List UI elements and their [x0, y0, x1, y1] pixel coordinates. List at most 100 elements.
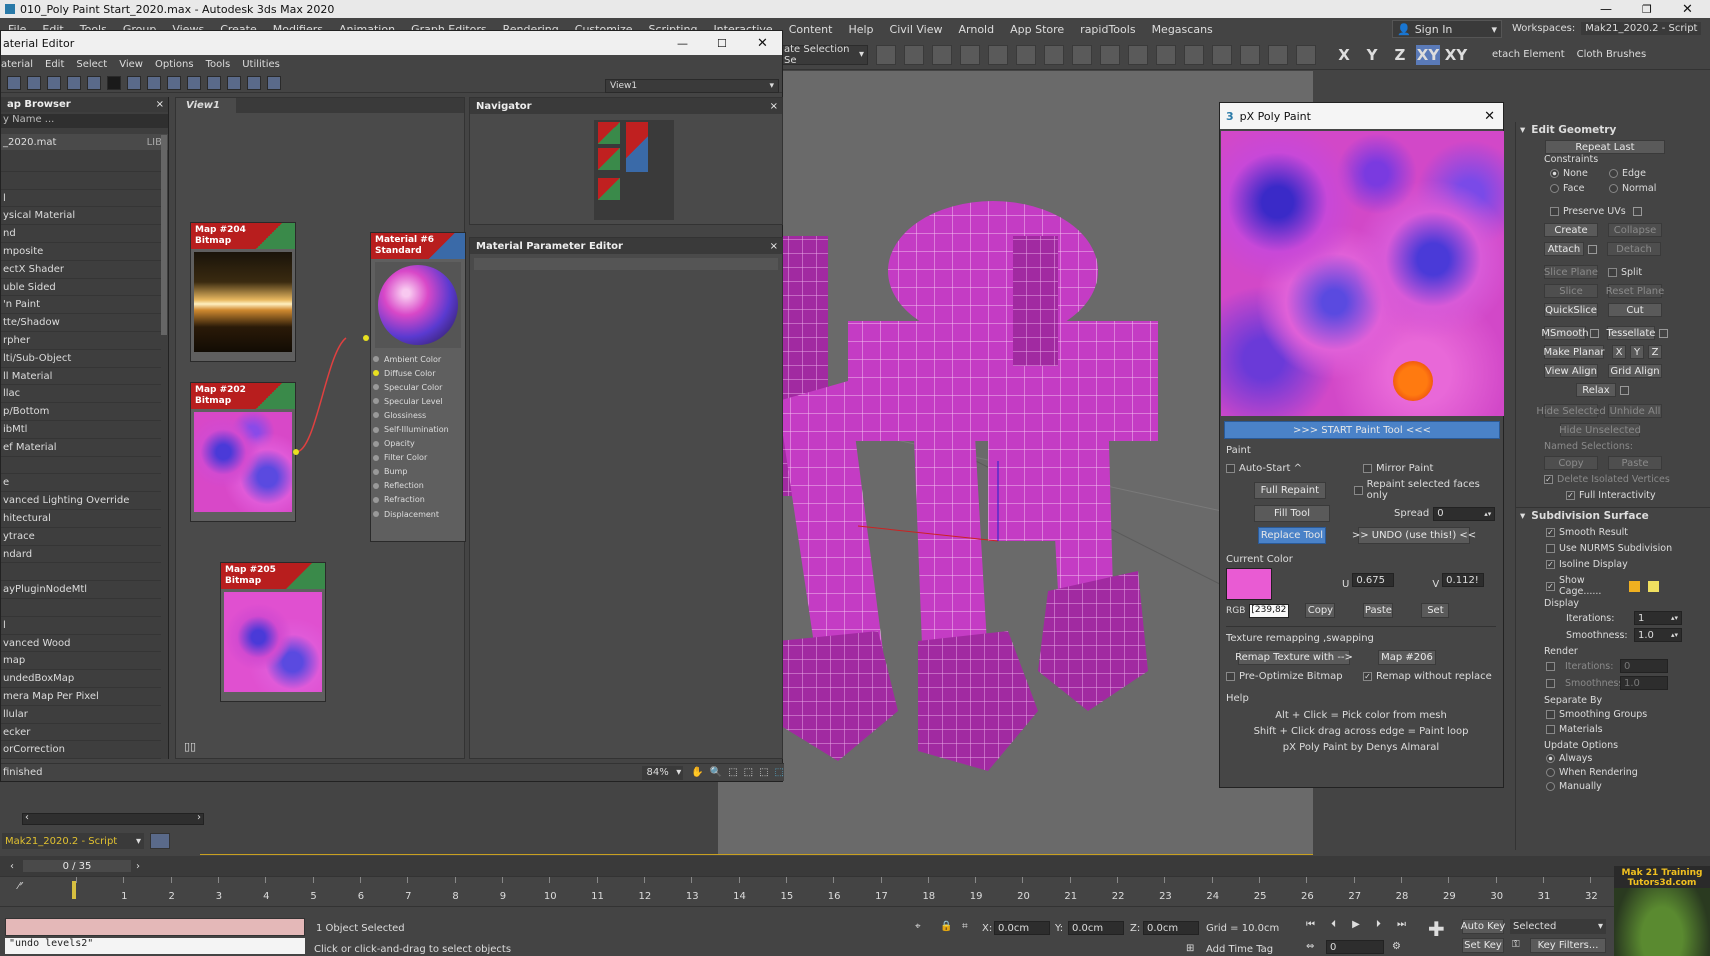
- paste-color-button[interactable]: Paste: [1363, 603, 1394, 618]
- settings-icon[interactable]: [1659, 328, 1668, 338]
- zoom-dropdown[interactable]: 84% ▾: [642, 765, 684, 780]
- browser-list-item[interactable]: orCorrection: [1, 741, 161, 760]
- settings-icon[interactable]: [1590, 328, 1599, 338]
- prev-key-icon[interactable]: ⏴: [1331, 919, 1336, 930]
- close-icon[interactable]: ✕: [757, 36, 768, 51]
- browser-list-item[interactable]: hitectural: [1, 510, 161, 528]
- browser-list-item[interactable]: uble Sided: [1, 279, 161, 297]
- next-key-icon[interactable]: ⏵: [1376, 919, 1381, 930]
- edit-geometry-title[interactable]: Edit Geometry: [1531, 124, 1616, 136]
- browser-list-item[interactable]: [1, 563, 161, 582]
- browser-list-item[interactable]: l: [1, 617, 161, 635]
- settings-icon[interactable]: [1588, 244, 1597, 254]
- menu-item[interactable]: App Store: [1002, 23, 1072, 36]
- axis-constraint-button[interactable]: XY: [1416, 44, 1440, 65]
- hand-icon[interactable]: ✋: [691, 767, 703, 778]
- script-dropdown[interactable]: Mak21_2020.2 - Script ▾: [2, 833, 144, 849]
- material-editor-tool-icon[interactable]: [7, 75, 21, 90]
- zoom-all-icon[interactable]: ⬚: [775, 767, 784, 778]
- update-always-radio[interactable]: [1546, 754, 1555, 763]
- copy-selection-button[interactable]: Copy: [1544, 456, 1598, 470]
- angle-snap-icon[interactable]: [1268, 44, 1288, 65]
- cut-button[interactable]: Cut: [1608, 303, 1662, 317]
- cloth-brushes-button[interactable]: Cloth Brushes: [1577, 49, 1647, 60]
- browser-list-item[interactable]: l: [1, 190, 161, 208]
- go-to-end-icon[interactable]: ⏭: [1397, 919, 1406, 930]
- browser-list-item[interactable]: mera Map Per Pixel: [1, 688, 161, 706]
- key-mode-icon[interactable]: ⇔: [1306, 941, 1314, 952]
- current-frame-field[interactable]: 0: [1326, 940, 1384, 954]
- align-icon[interactable]: [1016, 44, 1036, 65]
- close-icon[interactable]: ×: [156, 99, 164, 110]
- full-repaint-button[interactable]: Full Repaint: [1254, 481, 1326, 499]
- render-frame-icon[interactable]: [1184, 44, 1204, 65]
- hide-unselected-button[interactable]: Hide Unselected: [1559, 423, 1641, 437]
- mini-listener-input[interactable]: [5, 918, 305, 936]
- axis-constraint-button[interactable]: X: [1332, 45, 1356, 65]
- reset-plane-button[interactable]: Reset Plane: [1606, 284, 1664, 298]
- auto-key-button[interactable]: Auto Key: [1461, 919, 1505, 934]
- browser-list-item[interactable]: lti/Sub-Object: [1, 350, 161, 368]
- browser-list-item[interactable]: map: [1, 652, 161, 671]
- attach-button[interactable]: Attach: [1544, 242, 1584, 256]
- isolate-icon[interactable]: ⌖: [915, 921, 921, 932]
- material-editor-tool-icon[interactable]: [227, 75, 241, 90]
- render-smoothness-spinner[interactable]: 1.0: [1620, 676, 1668, 690]
- material-editor-tool-icon[interactable]: [187, 75, 201, 90]
- time-slider[interactable]: ‹ 0 / 35 ›: [0, 856, 1710, 876]
- set-key-button[interactable]: Set Key: [1462, 938, 1504, 953]
- view-align-button[interactable]: View Align: [1544, 364, 1598, 378]
- render-iterations-checkbox[interactable]: [1546, 661, 1555, 671]
- workspace-dropdown[interactable]: Mak21_2020.2 - Script: [1581, 22, 1702, 35]
- prev-frame-icon[interactable]: ‹: [10, 861, 14, 872]
- browser-list-item[interactable]: ecker: [1, 724, 161, 742]
- material-editor-menu-item[interactable]: Utilities: [236, 59, 286, 70]
- spread-spinner[interactable]: 0 ▴▾: [1433, 506, 1496, 521]
- axis-constraint-button[interactable]: Z: [1388, 45, 1412, 65]
- isoline-display-checkbox[interactable]: [1546, 560, 1555, 569]
- menu-item[interactable]: Arnold: [951, 23, 1003, 36]
- render-iterations-spinner[interactable]: 0: [1620, 659, 1668, 673]
- smooth-result-checkbox[interactable]: [1546, 528, 1555, 537]
- browser-list-item[interactable]: undedBoxMap: [1, 670, 161, 688]
- pan-icon[interactable]: ▯▯: [184, 740, 196, 753]
- slice-plane-button[interactable]: Slice Plane: [1544, 265, 1598, 279]
- msmooth-button[interactable]: MSmooth: [1541, 326, 1589, 340]
- axis-constraint-button[interactable]: Y: [1360, 45, 1384, 65]
- unhide-all-button[interactable]: Unhide All: [1608, 404, 1662, 418]
- schematic-icon[interactable]: [1100, 44, 1120, 65]
- smoothness-spinner[interactable]: 1.0 ▴▾: [1634, 628, 1682, 642]
- browser-list-item[interactable]: ef Material: [1, 439, 161, 457]
- time-slider-thumb[interactable]: 0 / 35: [22, 859, 132, 873]
- track-bar[interactable]: ⁄ᐟ 0123456789101112131415161718192021222…: [0, 876, 1710, 906]
- menu-item[interactable]: Help: [840, 23, 881, 36]
- smoothing-groups-checkbox[interactable]: [1546, 710, 1555, 719]
- play-icon[interactable]: ▶: [1352, 919, 1360, 930]
- material-editor-menu-item[interactable]: Select: [70, 59, 113, 70]
- remap-texture-button[interactable]: Remap Texture with -->: [1235, 650, 1353, 665]
- browser-list-item[interactable]: [1, 457, 161, 475]
- material-editor-tool-icon[interactable]: [47, 75, 61, 90]
- key-filters-button[interactable]: Key Filters...: [1530, 938, 1606, 953]
- material-editor-menu-item[interactable]: View: [113, 59, 149, 70]
- constraint-normal-radio[interactable]: [1609, 184, 1618, 193]
- cage-selected-color-swatch[interactable]: [1648, 580, 1659, 592]
- u-spinner[interactable]: 0.675: [1352, 573, 1395, 587]
- transform-mode-icon[interactable]: ⌗: [962, 921, 968, 932]
- browser-list-item[interactable]: [1, 172, 161, 190]
- settings-icon[interactable]: [1620, 385, 1629, 395]
- scene-explorer-icon[interactable]: [988, 44, 1008, 65]
- constraint-none-radio[interactable]: [1550, 169, 1559, 178]
- hide-selected-button[interactable]: Hide Selected: [1536, 404, 1606, 418]
- show-cage-checkbox[interactable]: [1546, 581, 1555, 591]
- rollout-toggle-icon[interactable]: ▾: [1520, 124, 1525, 136]
- maximize-icon[interactable]: ❐: [1642, 3, 1652, 16]
- start-paint-button[interactable]: >>> START Paint Tool <<<: [1224, 421, 1500, 439]
- make-planar-button[interactable]: Make Planar: [1543, 345, 1605, 359]
- material-editor-tool-icon[interactable]: [247, 75, 261, 90]
- layer-icon[interactable]: [960, 44, 980, 65]
- undo-button[interactable]: >> UNDO (use this!) <<: [1352, 527, 1476, 544]
- render-smoothness-checkbox[interactable]: [1546, 678, 1555, 688]
- select-icon[interactable]: [876, 44, 896, 65]
- rollout-toggle-icon[interactable]: ▾: [1520, 510, 1525, 522]
